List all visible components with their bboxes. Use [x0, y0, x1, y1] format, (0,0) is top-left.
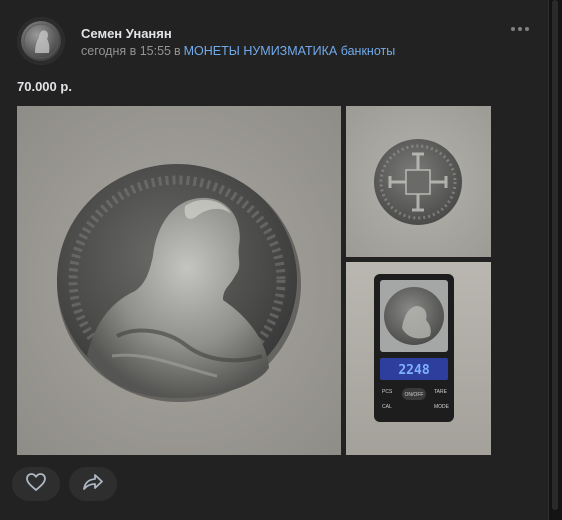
heart-icon: [25, 472, 47, 497]
author-name[interactable]: Семен Унанян: [81, 26, 172, 41]
post-card: Семен Унанян сегодня в 15:55 в МОНЕТЫ НУМИ…: [0, 0, 549, 520]
coin-reverse-photo[interactable]: [346, 106, 491, 257]
coin-obverse-photo[interactable]: [17, 106, 341, 455]
scale-button-pcs: PCS: [382, 389, 393, 395]
share-arrow-icon: [82, 472, 104, 497]
post-meta: сегодня в 15:55 в МОНЕТЫ НУМИЗМАТИКА банкн…: [81, 44, 395, 58]
share-button[interactable]: [69, 467, 117, 501]
scale-button-cal: CAL: [382, 404, 392, 410]
scale-display: 2248: [398, 363, 429, 378]
author-avatar[interactable]: [17, 17, 65, 65]
in-word: в: [174, 44, 181, 58]
post-text: 70.000 р.: [17, 79, 72, 94]
group-link[interactable]: МОНЕТЫ НУМИЗМАТИКА банкноты: [184, 44, 396, 58]
scrollbar-thumb[interactable]: [552, 0, 558, 510]
more-dots-icon[interactable]: [508, 20, 532, 38]
like-button[interactable]: [12, 467, 60, 501]
scrollbar[interactable]: [549, 0, 562, 520]
scale-button-tare: TARE: [434, 389, 448, 395]
scale-button-onoff: ON/OFF: [405, 392, 424, 398]
coin-on-scale-photo[interactable]: 2248 PCS TARE ON/OFF CAL MODE: [346, 262, 491, 455]
scale-button-mode: MODE: [434, 404, 450, 410]
post-time[interactable]: сегодня в 15:55: [81, 44, 171, 58]
